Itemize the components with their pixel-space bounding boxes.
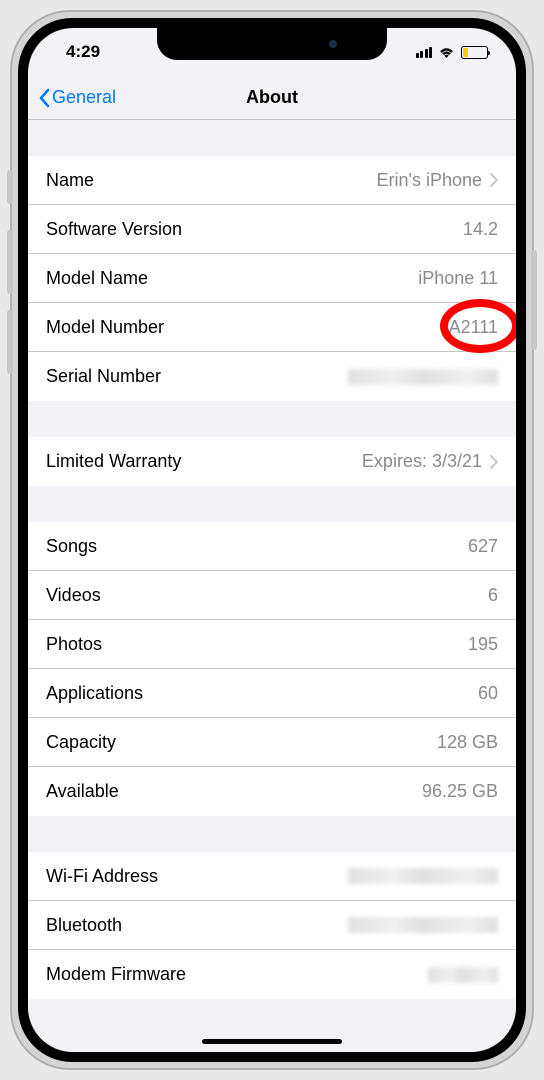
row-label: Software Version: [46, 219, 182, 240]
row-label: Bluetooth: [46, 915, 122, 936]
row-wifi-address[interactable]: Wi-Fi Address: [28, 852, 516, 901]
row-label: Applications: [46, 683, 143, 704]
row-value: A2111: [449, 317, 498, 338]
row-value: 96.25 GB: [422, 781, 498, 802]
row-videos[interactable]: Videos 6: [28, 571, 516, 620]
content-scroll[interactable]: Name Erin's iPhone Software Version 14.2…: [28, 120, 516, 1052]
row-software-version[interactable]: Software Version 14.2: [28, 205, 516, 254]
blurred-value: [348, 868, 498, 884]
status-time: 4:29: [66, 42, 100, 62]
row-value: 60: [478, 683, 498, 704]
row-serial-number[interactable]: Serial Number: [28, 352, 516, 401]
volume-down: [7, 310, 13, 374]
back-label: General: [52, 87, 116, 108]
page-title: About: [246, 87, 298, 108]
row-photos[interactable]: Photos 195: [28, 620, 516, 669]
chevron-left-icon: [38, 88, 50, 108]
blurred-value: [428, 967, 498, 983]
row-label: Limited Warranty: [46, 451, 181, 472]
home-indicator[interactable]: [202, 1039, 342, 1044]
navigation-bar: General About: [28, 76, 516, 120]
section-device-info: Name Erin's iPhone Software Version 14.2…: [28, 156, 516, 401]
row-value: 128 GB: [437, 732, 498, 753]
wifi-icon: [438, 46, 455, 59]
row-label: Photos: [46, 634, 102, 655]
row-modem-firmware[interactable]: Modem Firmware: [28, 950, 516, 999]
notch: [157, 28, 387, 60]
section-storage: Songs 627 Videos 6 Photos 195 Applicatio…: [28, 522, 516, 816]
chevron-right-icon: [490, 455, 498, 469]
row-label: Available: [46, 781, 119, 802]
section-warranty: Limited Warranty Expires: 3/3/21: [28, 437, 516, 486]
device-frame: 4:29 Gen: [10, 10, 534, 1070]
battery-icon: [461, 46, 488, 59]
row-label: Model Name: [46, 268, 148, 289]
volume-up: [7, 230, 13, 294]
cellular-signal-icon: [416, 46, 433, 58]
chevron-right-icon: [490, 173, 498, 187]
power-button: [531, 250, 537, 350]
row-value: iPhone 11: [418, 268, 498, 289]
status-indicators: [416, 46, 489, 59]
screen: 4:29 Gen: [28, 28, 516, 1052]
row-name[interactable]: Name Erin's iPhone: [28, 156, 516, 205]
row-available[interactable]: Available 96.25 GB: [28, 767, 516, 816]
mute-switch: [7, 170, 13, 204]
row-label: Wi-Fi Address: [46, 866, 158, 887]
row-songs[interactable]: Songs 627: [28, 522, 516, 571]
row-label: Serial Number: [46, 366, 161, 387]
row-model-number[interactable]: Model Number A2111: [28, 303, 516, 352]
row-limited-warranty[interactable]: Limited Warranty Expires: 3/3/21: [28, 437, 516, 486]
row-value: 14.2: [463, 219, 498, 240]
row-value: 6: [488, 585, 498, 606]
row-value: Expires: 3/3/21: [362, 451, 482, 472]
row-label: Name: [46, 170, 94, 191]
blurred-value: [348, 369, 498, 385]
blurred-value: [348, 917, 498, 933]
row-label: Songs: [46, 536, 97, 557]
row-label: Model Number: [46, 317, 164, 338]
row-label: Videos: [46, 585, 101, 606]
row-value: 195: [468, 634, 498, 655]
row-value: 627: [468, 536, 498, 557]
section-network: Wi-Fi Address Bluetooth Modem Firmware: [28, 852, 516, 999]
row-label: Capacity: [46, 732, 116, 753]
back-button[interactable]: General: [38, 87, 116, 108]
row-value: Erin's iPhone: [377, 170, 483, 191]
row-bluetooth[interactable]: Bluetooth: [28, 901, 516, 950]
row-applications[interactable]: Applications 60: [28, 669, 516, 718]
row-capacity[interactable]: Capacity 128 GB: [28, 718, 516, 767]
row-label: Modem Firmware: [46, 964, 186, 985]
row-model-name[interactable]: Model Name iPhone 11: [28, 254, 516, 303]
